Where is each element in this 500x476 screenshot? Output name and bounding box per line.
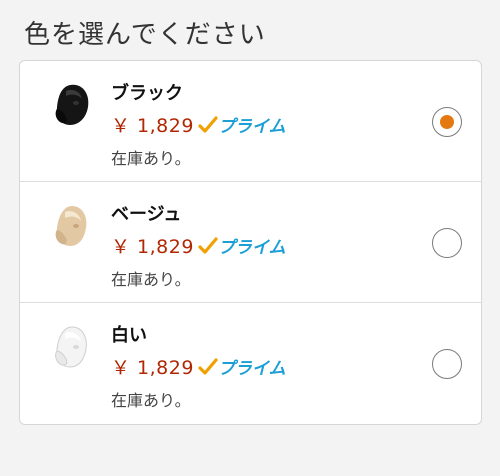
price: ￥ 1,829 [111,236,194,258]
option-name: ベージュ [111,204,182,225]
color-option-beige[interactable]: ベージュ ￥ 1,829 プライム 在庫あり。 [20,182,481,303]
color-options-card: ブラック ￥ 1,829 プライム 在庫あり。 ベージュ ￥ 1,829 プライ… [19,60,482,425]
prime-badge: プライム [198,233,286,258]
prime-badge: プライム [198,112,286,137]
stock-status: 在庫あり。 [111,391,191,410]
price-row: ￥ 1,829 プライム [111,111,286,138]
stock-status: 在庫あり。 [111,149,191,168]
price: ￥ 1,829 [111,357,194,379]
radio-black[interactable] [432,107,462,137]
prime-check-icon [198,357,218,375]
prime-label: プライム [217,238,286,258]
prime-badge: プライム [198,354,286,379]
color-selection-page: 色を選んでください ブラック ￥ 1,829 プライム 在庫あり。 ベージュ ￥… [0,0,500,476]
prime-check-icon [198,115,218,133]
price-row: ￥ 1,829 プライム [111,232,286,259]
stock-status: 在庫あり。 [111,270,191,289]
radio-beige[interactable] [432,228,462,258]
page-title: 色を選んでください [24,20,266,50]
earbud-black-image [55,84,89,125]
prime-label: プライム [217,117,286,137]
earbud-white-image [55,326,87,368]
radio-selected-dot [440,115,454,129]
prime-check-icon [198,236,218,254]
radio-white[interactable] [432,349,462,379]
option-name: ブラック [111,83,183,104]
color-option-black[interactable]: ブラック ￥ 1,829 プライム 在庫あり。 [20,61,481,182]
price: ￥ 1,829 [111,115,194,137]
earbud-beige-image [55,206,87,246]
prime-label: プライム [217,359,286,379]
option-name: 白い [111,325,147,346]
price-row: ￥ 1,829 プライム [111,353,286,380]
color-option-white[interactable]: 白い ￥ 1,829 プライム 在庫あり。 [20,303,481,424]
